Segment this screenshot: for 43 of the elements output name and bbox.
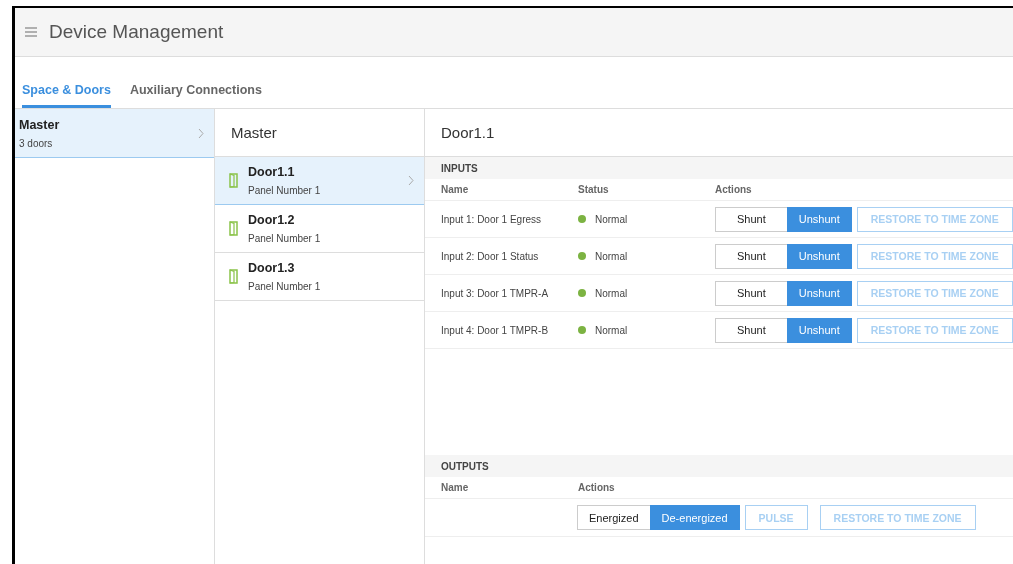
toggle-button[interactable]: Unshunt (786, 243, 852, 269)
toggle-button[interactable]: Energized (577, 505, 651, 530)
status-text: Normal (595, 324, 628, 336)
toggle-button[interactable]: Unshunt (786, 206, 852, 232)
input-name: Input 2: Door 1 Status (441, 250, 540, 262)
toggle-button[interactable]: Shunt (715, 206, 788, 232)
toggle-button[interactable]: De-energized (649, 505, 740, 530)
column-header: Actions (578, 482, 616, 493)
toggle-button[interactable]: Shunt (715, 317, 788, 343)
space-count: 3 doors (19, 137, 54, 149)
panel-number-label: Panel Number 1 (248, 281, 322, 292)
chevron-right-icon (408, 175, 414, 186)
menu-icon[interactable] (25, 27, 37, 37)
door-icon (229, 173, 238, 188)
door-name: Door1.2 (248, 213, 296, 227)
door-name: Door1.1 (248, 165, 296, 179)
column-header: Status (578, 184, 610, 195)
panel-number-label: Panel Number 1 (248, 233, 322, 244)
door-icon (229, 221, 238, 236)
panel-number-label: Panel Number 1 (248, 185, 322, 196)
tab[interactable]: Auxiliary Connections (129, 83, 262, 108)
door-icon (229, 269, 238, 284)
input-name: Input 3: Door 1 TMPR-A (441, 287, 550, 299)
section-heading: INPUTS (425, 157, 1013, 179)
status-text: Normal (595, 250, 628, 262)
status-text: Normal (595, 287, 628, 299)
toggle-button[interactable]: Shunt (715, 243, 788, 269)
input-name: Input 1: Door 1 Egress (441, 213, 543, 225)
toggle-button[interactable]: Unshunt (786, 317, 852, 343)
space-name: Master (19, 117, 60, 132)
column-header: Name (441, 184, 470, 195)
page-title: Device Management (49, 21, 224, 43)
toggle-button[interactable]: Shunt (715, 280, 788, 306)
column-header: Name (441, 482, 470, 493)
status-text: Normal (595, 213, 628, 225)
chevron-right-icon (198, 127, 204, 139)
door-item[interactable]: Door1.1 Panel Number 1 (215, 157, 424, 205)
space-item[interactable]: Master 3 doors (15, 109, 214, 158)
door-name: Door1.3 (248, 261, 296, 275)
toggle-button[interactable]: Unshunt (786, 280, 852, 306)
input-name: Input 4: Door 1 TMPR-B (441, 324, 550, 336)
column-header: Actions (715, 184, 753, 195)
section-heading: OUTPUTS (425, 455, 1013, 477)
